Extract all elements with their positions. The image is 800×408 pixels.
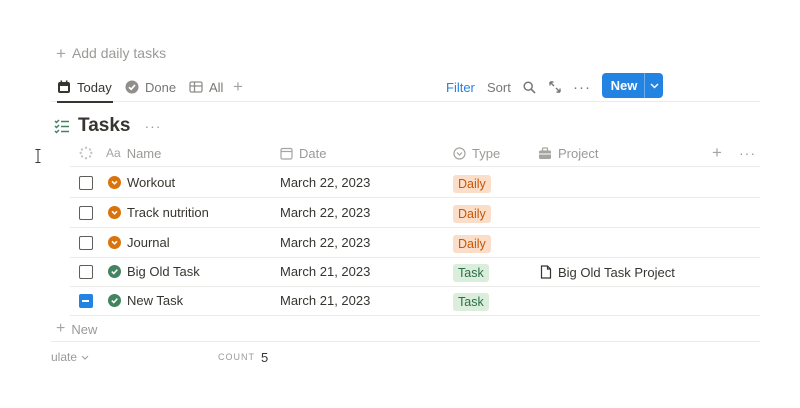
count-label: COUNT — [218, 352, 255, 362]
project-link[interactable]: Big Old Task Project — [540, 257, 675, 287]
count-value: 5 — [261, 349, 269, 365]
status-in-progress-icon[interactable] — [108, 176, 121, 189]
text-type-icon: Aa — [106, 146, 121, 160]
tab-done-label: Done — [145, 79, 177, 95]
table-icon — [189, 80, 203, 94]
row-checkbox[interactable] — [79, 265, 93, 279]
add-daily-tasks-label: Add daily tasks — [71, 45, 167, 61]
calculate-label: ulate — [51, 350, 78, 364]
add-daily-tasks-button[interactable]: + Add daily tasks — [56, 43, 166, 63]
type-badge[interactable]: Task — [453, 264, 489, 282]
plus-icon: + — [56, 43, 66, 63]
status-in-progress-icon[interactable] — [108, 206, 121, 219]
expand-icon — [549, 81, 561, 93]
calculate-dropdown[interactable]: ulate — [51, 348, 89, 366]
search-button[interactable] — [523, 72, 536, 102]
text-cursor-icon — [35, 149, 41, 168]
type-badge[interactable]: Daily — [453, 205, 491, 223]
plus-icon: + — [712, 143, 722, 162]
status-done-icon[interactable] — [108, 265, 121, 278]
checklist-icon — [54, 118, 70, 134]
task-name[interactable]: Big Old Task — [127, 257, 200, 287]
task-name[interactable]: Track nutrition — [127, 198, 209, 228]
project-name: Big Old Task Project — [558, 264, 675, 280]
plus-icon: + — [233, 77, 243, 96]
new-button[interactable]: New — [602, 73, 663, 98]
database-header: Tasks ··· — [54, 113, 161, 139]
sort-label: Sort — [487, 79, 511, 95]
filter-button[interactable]: Filter — [446, 72, 475, 102]
task-date[interactable]: March 22, 2023 — [280, 168, 370, 198]
table-row[interactable]: New Task March 21, 2023 Task — [70, 286, 760, 316]
type-badge[interactable]: Task — [453, 293, 489, 311]
task-date[interactable]: March 21, 2023 — [280, 257, 370, 287]
expand-button[interactable] — [549, 72, 561, 102]
calendar-icon — [280, 147, 293, 160]
type-badge[interactable]: Daily — [453, 235, 491, 253]
column-header-name[interactable]: Aa Name — [106, 139, 161, 167]
status-done-icon[interactable] — [108, 294, 121, 307]
tab-today[interactable]: Today — [57, 72, 113, 103]
tab-today-label: Today — [77, 79, 112, 95]
status-in-progress-icon[interactable] — [108, 236, 121, 249]
task-date[interactable]: March 22, 2023 — [280, 198, 370, 228]
row-checkbox[interactable] — [79, 206, 93, 220]
row-checkbox[interactable] — [79, 176, 93, 190]
row-checkbox[interactable] — [79, 236, 93, 250]
table-row[interactable]: Track nutrition March 22, 2023 Daily — [70, 198, 760, 228]
task-name[interactable]: New Task — [127, 286, 183, 316]
table-header-row: Aa Name Date Type Project + ··· — [70, 139, 760, 167]
table-row[interactable]: Journal March 22, 2023 Daily — [70, 228, 760, 258]
column-project-label: Project — [558, 145, 599, 161]
column-header-date[interactable]: Date — [280, 139, 326, 167]
more-icon: ··· — [739, 145, 756, 161]
plus-icon: + — [56, 320, 66, 337]
sort-button[interactable]: Sort — [487, 72, 511, 102]
tab-done[interactable]: Done — [125, 72, 176, 102]
chevron-down-icon — [81, 355, 89, 360]
column-more-button[interactable]: ··· — [739, 139, 756, 167]
more-icon: ··· — [573, 78, 591, 96]
column-type-label: Type — [472, 145, 501, 161]
new-row-button[interactable]: + New — [56, 319, 97, 339]
tab-all[interactable]: All — [189, 72, 223, 102]
new-row-label: New — [71, 321, 98, 337]
views-bar: Today Done All + Filter Sort ··· New — [51, 72, 760, 103]
column-header-project[interactable]: Project — [538, 139, 598, 167]
task-date[interactable]: March 21, 2023 — [280, 286, 370, 316]
calendar-icon — [57, 80, 71, 94]
row-checkbox[interactable] — [79, 294, 93, 308]
table-row[interactable]: Big Old Task March 21, 2023 Task Big Old… — [70, 257, 760, 287]
database-more-button[interactable]: ··· — [144, 118, 161, 134]
column-name-label: Name — [126, 145, 162, 161]
task-name[interactable]: Workout — [127, 168, 175, 198]
check-circle-icon — [125, 80, 139, 94]
new-button-label: New — [610, 78, 638, 93]
chevron-down-icon[interactable] — [645, 82, 663, 89]
filter-label: Filter — [446, 79, 475, 95]
select-all-toggle[interactable] — [79, 139, 93, 167]
select-icon — [453, 146, 466, 160]
briefcase-icon — [538, 146, 552, 160]
column-date-label: Date — [299, 145, 327, 161]
search-icon — [523, 80, 536, 94]
add-view-button[interactable]: + — [233, 72, 243, 102]
column-header-type[interactable]: Type — [453, 139, 500, 167]
table-row[interactable]: Workout March 22, 2023 Daily — [70, 168, 760, 198]
page-title: Tasks — [78, 115, 131, 136]
footer-divider — [51, 341, 760, 342]
add-property-button[interactable]: + — [712, 139, 722, 167]
page-icon — [540, 265, 552, 279]
task-name[interactable]: Journal — [127, 228, 170, 258]
tab-all-label: All — [209, 79, 224, 95]
count-summary[interactable]: COUNT 5 — [218, 348, 268, 366]
task-date[interactable]: March 22, 2023 — [280, 228, 370, 258]
more-options-button[interactable]: ··· — [573, 72, 591, 102]
loading-dots-icon — [79, 146, 93, 160]
type-badge[interactable]: Daily — [453, 175, 491, 193]
